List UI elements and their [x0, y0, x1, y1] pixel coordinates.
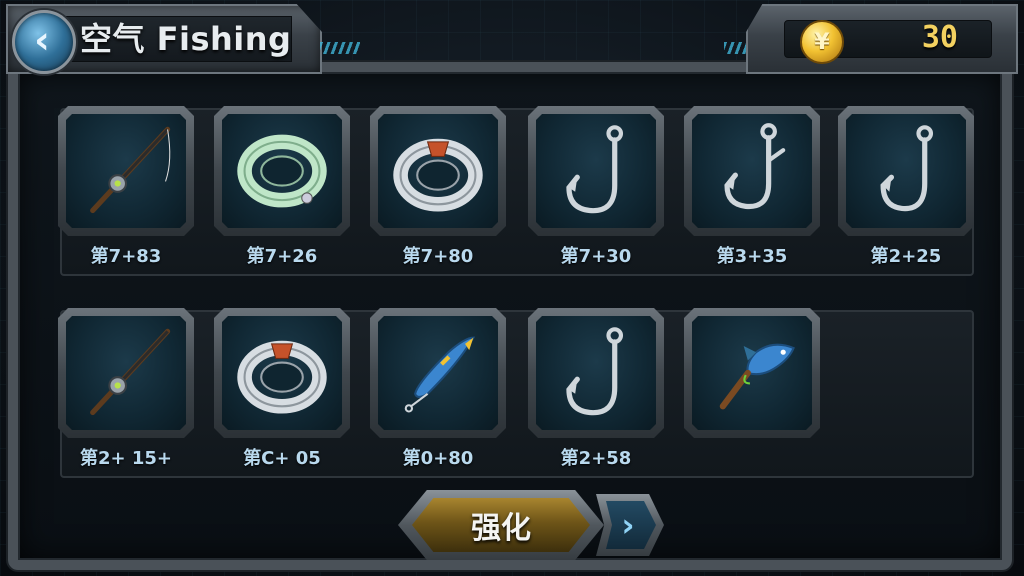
item-level-label: 第2+25	[870, 246, 942, 267]
item-level-label: 第C+ 05	[243, 448, 321, 469]
back-button[interactable]: ‹	[12, 10, 76, 74]
fish-hook-icon	[854, 119, 958, 223]
item-level-label: 第7+30	[560, 246, 632, 267]
item-level-label: 第7+83	[90, 246, 162, 267]
inventory-slot[interactable]: 第7+83	[58, 106, 194, 276]
inventory-slot[interactable]: 第2+25	[838, 106, 974, 276]
inventory-row-1-bar	[60, 108, 974, 276]
fishing-line-spool-icon	[230, 321, 334, 425]
accent-stripes-left	[320, 42, 360, 54]
inventory-slot[interactable]: 第2+ 15+	[58, 308, 194, 478]
inventory-slot[interactable]: 第3+35	[684, 106, 820, 276]
currency-plate	[746, 4, 1018, 74]
fishing-rod-icon	[74, 321, 178, 425]
fishing-line-spool-icon	[386, 119, 490, 223]
fishing-line-icon	[230, 119, 334, 223]
inventory-slot[interactable]: 第7+26	[214, 106, 350, 276]
inventory-slot[interactable]: 第7+80	[370, 106, 506, 276]
inventory-slot[interactable]	[684, 308, 820, 478]
coin-amount: 30	[921, 20, 958, 55]
page-title: 空气 Fishing	[80, 20, 292, 58]
fish-lure-icon	[700, 321, 804, 425]
upgrade-button-label: 强化	[471, 511, 531, 546]
yen-coin-icon: ¥	[800, 20, 844, 64]
item-level-label: 第2+58	[560, 448, 632, 469]
item-level-label: 第7+80	[402, 246, 474, 267]
inventory-slot[interactable]: 第7+30	[528, 106, 664, 276]
item-level-label: 第7+26	[246, 246, 318, 267]
inventory-row-2-bar	[60, 310, 974, 478]
item-level-label: 第3+35	[716, 246, 788, 267]
chevron-right-icon: ›	[621, 506, 635, 544]
inventory-slot[interactable]: 第2+58	[528, 308, 664, 478]
fish-hook-icon	[544, 321, 648, 425]
inventory-slot[interactable]: 第0+80	[370, 308, 506, 478]
treble-hook-icon	[700, 119, 804, 223]
float-bobber-icon	[386, 321, 490, 425]
fishing-rod-icon	[74, 119, 178, 223]
fish-hook-icon	[544, 119, 648, 223]
upgrade-button[interactable]: 强化	[398, 490, 604, 560]
item-level-label: 第0+80	[402, 448, 474, 469]
inventory-slot[interactable]: 第C+ 05	[214, 308, 350, 478]
chevron-left-icon: ‹	[34, 18, 50, 62]
item-level-label: 第2+ 15+	[79, 448, 172, 469]
